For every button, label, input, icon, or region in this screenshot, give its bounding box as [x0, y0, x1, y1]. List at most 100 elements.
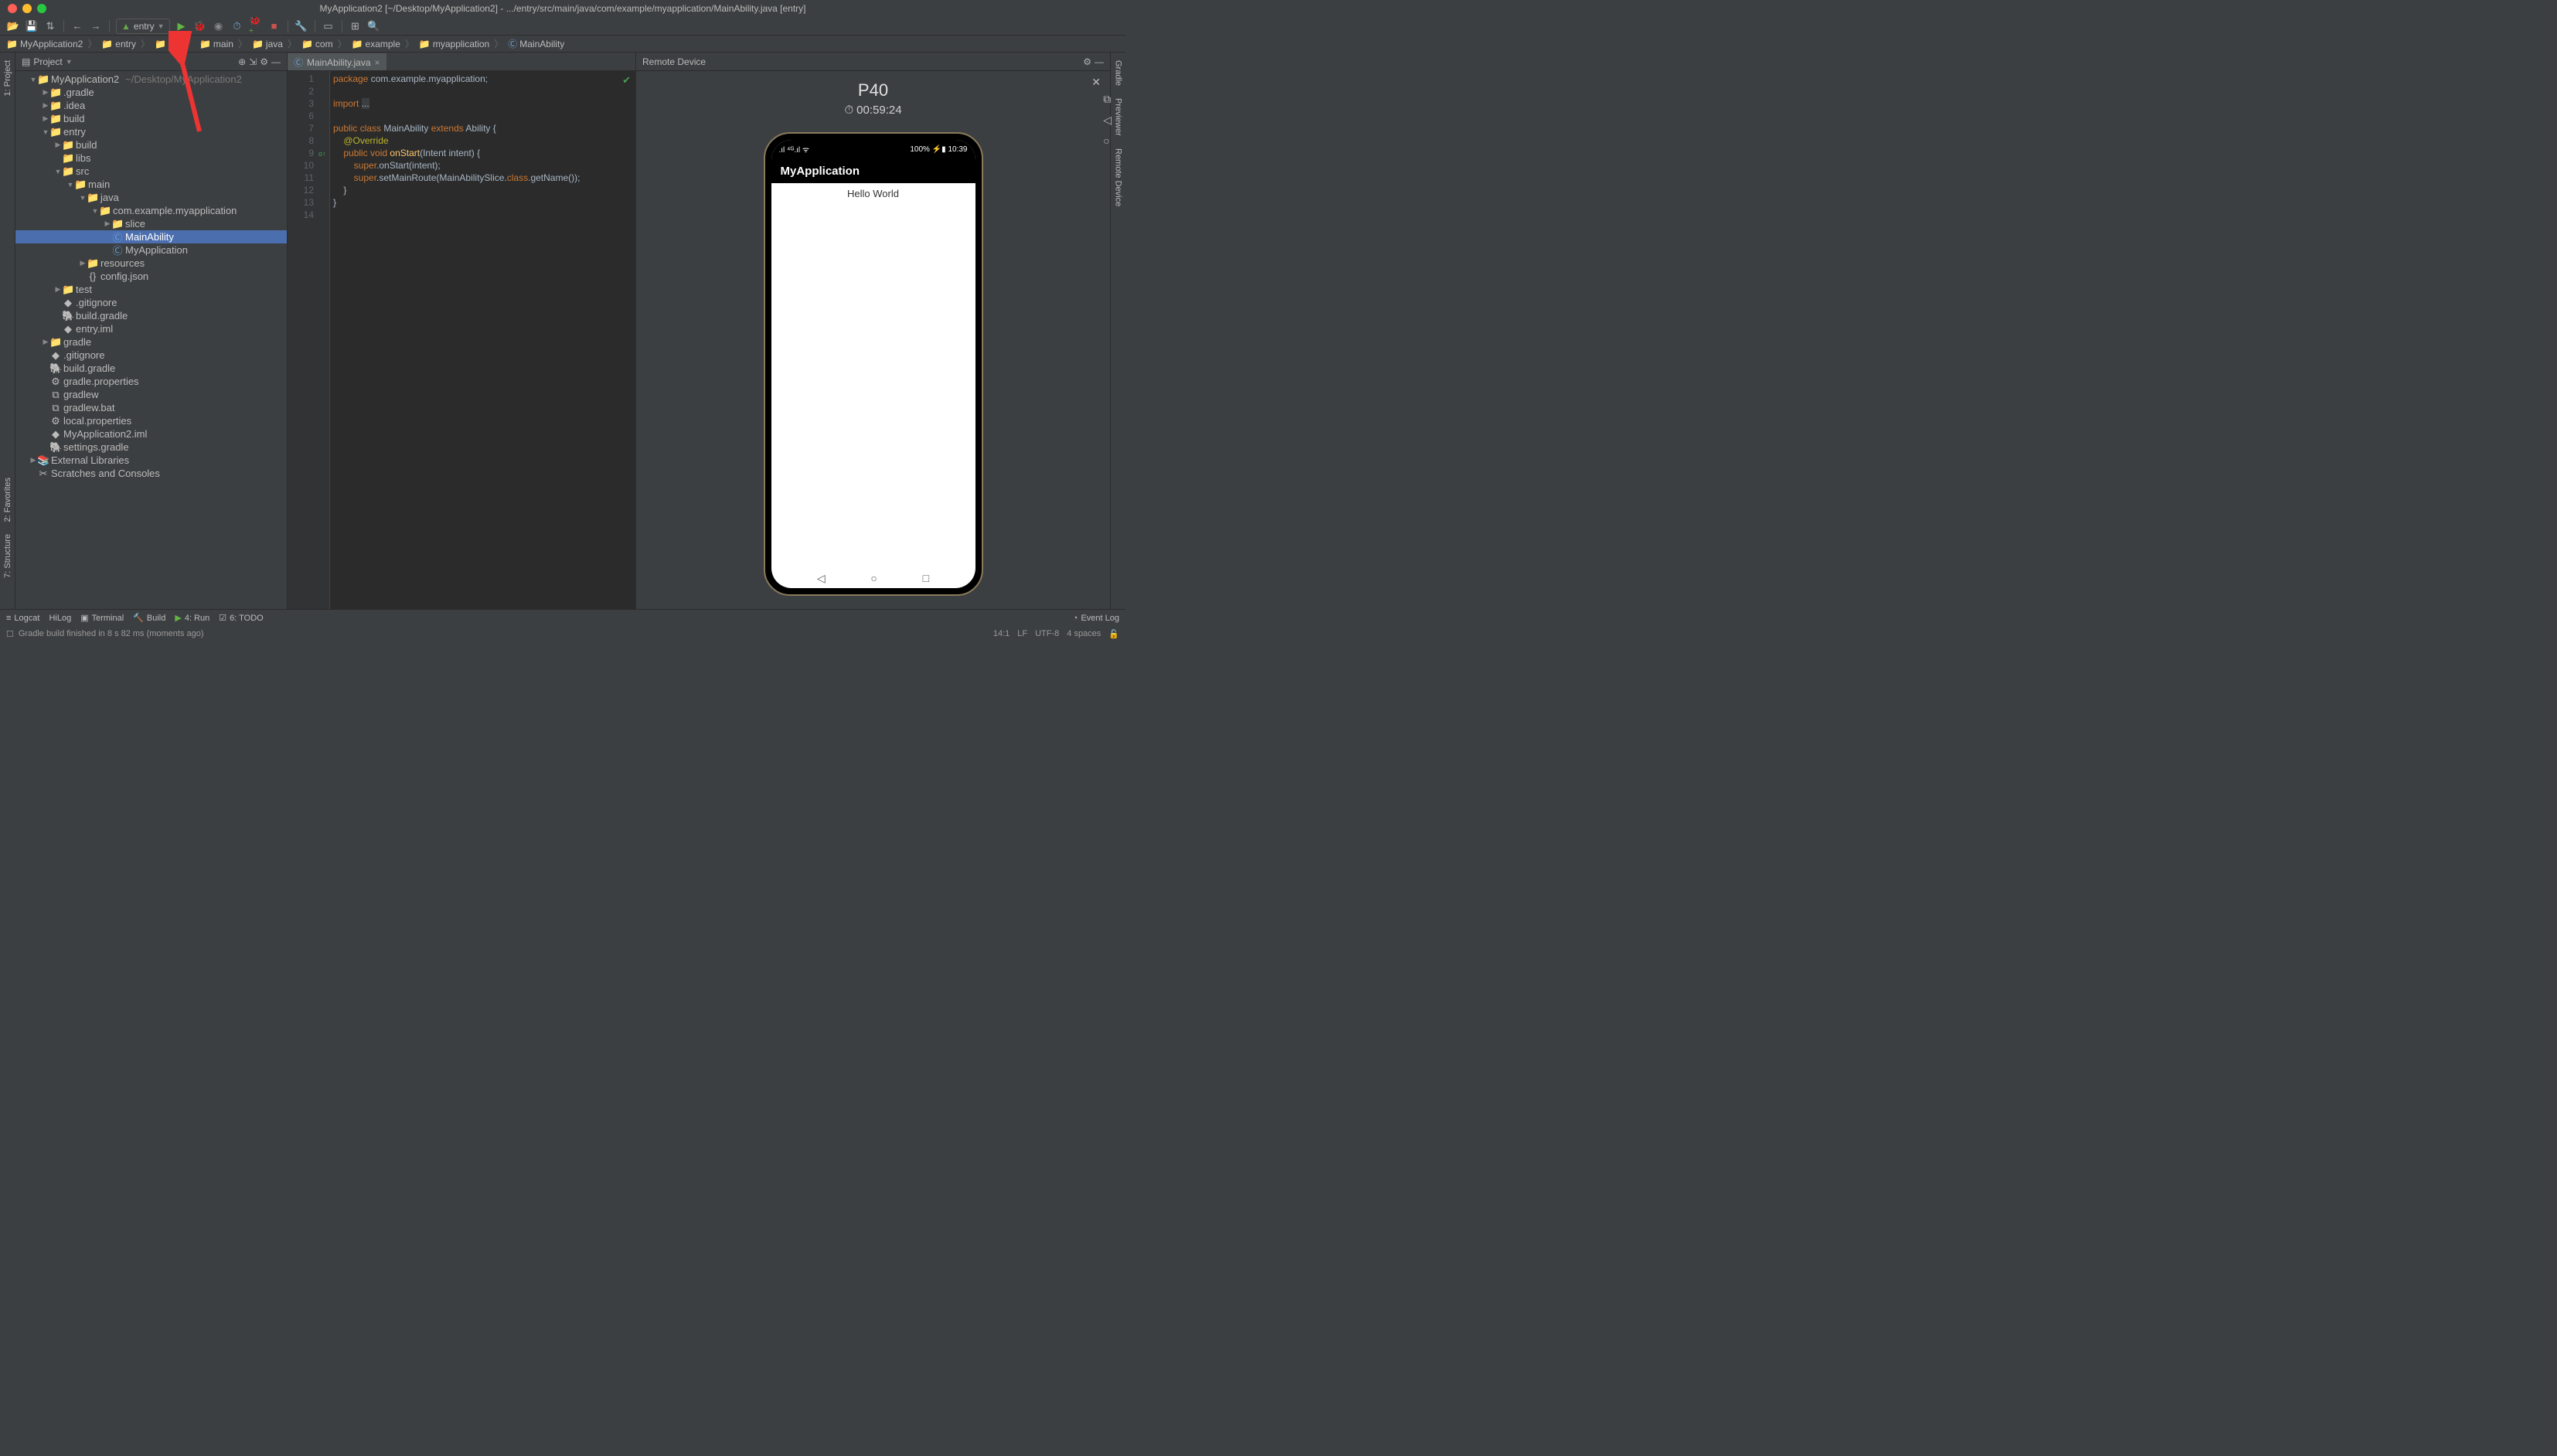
minimize-window-button[interactable]: [22, 4, 32, 13]
close-tab-icon[interactable]: ×: [375, 57, 380, 68]
tree-row[interactable]: {}config.json: [15, 270, 287, 283]
tree-row[interactable]: ◆MyApplication2.iml: [15, 427, 287, 441]
tree-row[interactable]: ▶📁.idea: [15, 99, 287, 112]
coverage-icon[interactable]: ◉: [212, 19, 226, 33]
forward-icon[interactable]: →: [89, 19, 103, 33]
breadcrumb-item[interactable]: 📁example: [352, 39, 400, 49]
tree-row[interactable]: ▶📁build: [15, 112, 287, 125]
build-icon[interactable]: 🔧: [295, 19, 308, 33]
caret-position[interactable]: 14:1: [993, 629, 1010, 639]
breadcrumb-item[interactable]: 📁entry: [101, 39, 136, 49]
gutter-tab-structure[interactable]: 7: Structure: [2, 529, 14, 583]
tree-row[interactable]: ✂Scratches and Consoles: [15, 467, 287, 480]
tree-row[interactable]: ▶📁.gradle: [15, 86, 287, 99]
bottom-tab-eventlog[interactable]: ◔ Event Log: [1073, 614, 1119, 623]
maximize-window-button[interactable]: [37, 4, 46, 13]
sync-icon[interactable]: ⇅: [43, 19, 57, 33]
nav-back-icon[interactable]: ◁: [817, 572, 826, 585]
tree-row[interactable]: ⧉gradlew.bat: [15, 401, 287, 414]
screenshot-icon[interactable]: ⧉: [1103, 93, 1112, 106]
code-content[interactable]: package com.example.myapplication; impor…: [330, 71, 635, 609]
record-icon[interactable]: ○: [1103, 134, 1112, 147]
run-configuration-selector[interactable]: ▲ entry ▼: [116, 19, 170, 34]
gutter-tab-project[interactable]: 1: Project: [2, 56, 14, 100]
tree-row[interactable]: ▶📁build: [15, 138, 287, 151]
project-view-selector[interactable]: ▤ Project ▼: [22, 56, 73, 67]
back-icon[interactable]: ←: [70, 19, 84, 33]
back-gesture-icon[interactable]: ◁: [1103, 114, 1112, 127]
close-device-icon[interactable]: ✕: [1091, 76, 1101, 89]
bottom-tab-run[interactable]: ▶ 4: Run: [175, 613, 209, 623]
tree-row[interactable]: 🐘build.gradle: [15, 362, 287, 375]
locate-icon[interactable]: ⊕: [238, 56, 246, 67]
profile-icon[interactable]: ⏱: [230, 19, 244, 33]
minimize-panel-icon[interactable]: —: [1095, 56, 1104, 67]
open-icon[interactable]: 📂: [6, 19, 20, 33]
tree-row[interactable]: ◆.gitignore: [15, 349, 287, 362]
tree-row[interactable]: ⒸMainAbility: [15, 230, 287, 243]
sdk-icon[interactable]: ⊞: [349, 19, 363, 33]
tree-row[interactable]: ▶📚External Libraries: [15, 454, 287, 467]
gutter-tab-remote-device[interactable]: Remote Device: [1112, 144, 1125, 211]
gear-icon[interactable]: ⚙: [1083, 56, 1091, 67]
nav-recent-icon[interactable]: □: [923, 572, 929, 584]
gutter-tab-favorites[interactable]: 2: Favorites: [2, 473, 14, 526]
phone-screen[interactable]: .ıl ⁴ᴳ.ıl ᯤ 100% ⚡▮ 10:39 MyApplication …: [771, 140, 975, 588]
breadcrumb-item[interactable]: ⒸMainAbility: [508, 37, 564, 50]
gutter-tab-gradle[interactable]: Gradle: [1112, 56, 1125, 90]
bottom-tab-terminal[interactable]: ▣ Terminal: [80, 613, 124, 623]
expand-icon[interactable]: ⇲: [249, 56, 257, 67]
tree-row[interactable]: ⚙local.properties: [15, 414, 287, 427]
remote-device-panel: Remote Device ⚙ — ✕ ⧉ ◁ ○ P40 ⏱ 00:59:24: [635, 53, 1110, 609]
stop-icon[interactable]: ■: [267, 19, 281, 33]
tree-row[interactable]: 📁libs: [15, 151, 287, 165]
bottom-tab-build[interactable]: 🔨 Build: [133, 613, 165, 623]
editor-tab[interactable]: Ⓒ MainAbility.java ×: [288, 53, 386, 70]
breadcrumb-item[interactable]: 📁main: [199, 39, 233, 49]
search-icon[interactable]: 🔍: [367, 19, 381, 33]
debug-icon[interactable]: 🐞: [193, 19, 207, 33]
tree-row[interactable]: 🐘settings.gradle: [15, 441, 287, 454]
tree-row[interactable]: 🐘build.gradle: [15, 309, 287, 322]
breadcrumb-item[interactable]: 📁src: [155, 39, 181, 49]
tree-row[interactable]: ▶📁resources: [15, 257, 287, 270]
tree-row[interactable]: ▼📁entry: [15, 125, 287, 138]
tree-row[interactable]: ▶📁slice: [15, 217, 287, 230]
lock-icon[interactable]: 🔓: [1108, 629, 1119, 639]
encoding[interactable]: UTF-8: [1035, 629, 1059, 639]
tree-row[interactable]: ▼📁java: [15, 191, 287, 204]
tree-row[interactable]: ▼📁MyApplication2~/Desktop/MyApplication2: [15, 73, 287, 86]
minimize-panel-icon[interactable]: —: [271, 56, 281, 67]
tree-row[interactable]: ▶📁gradle: [15, 335, 287, 349]
breadcrumb-item[interactable]: 📁MyApplication2: [6, 39, 83, 49]
attach-debug-icon[interactable]: 🐞⁺: [249, 19, 263, 33]
run-icon[interactable]: ▶: [175, 19, 189, 33]
tree-row[interactable]: ▼📁src: [15, 165, 287, 178]
code-editor[interactable]: 12367891011121314 o↑ package com.example…: [288, 71, 635, 609]
nav-home-icon[interactable]: ○: [870, 572, 877, 584]
tree-row[interactable]: ⒸMyApplication: [15, 243, 287, 257]
breadcrumb-item[interactable]: 📁com: [301, 39, 333, 49]
close-window-button[interactable]: [8, 4, 17, 13]
tree-row[interactable]: ⧉gradlew: [15, 388, 287, 401]
bottom-tab-logcat[interactable]: ≡ Logcat: [6, 614, 39, 623]
remote-panel-header: Remote Device ⚙ —: [636, 53, 1110, 71]
phone-nav-bar: ◁ ○ □: [771, 568, 975, 588]
project-tree[interactable]: ▼📁MyApplication2~/Desktop/MyApplication2…: [15, 71, 287, 609]
bottom-tab-todo[interactable]: ☑ 6: TODO: [219, 613, 263, 623]
tree-row[interactable]: ▼📁main: [15, 178, 287, 191]
tree-row[interactable]: ◆entry.iml: [15, 322, 287, 335]
indent[interactable]: 4 spaces: [1067, 629, 1101, 639]
bottom-tab-hilog[interactable]: HiLog: [49, 614, 71, 623]
tree-row[interactable]: ▼📁com.example.myapplication: [15, 204, 287, 217]
line-sep[interactable]: LF: [1017, 629, 1027, 639]
avd-icon[interactable]: ▭: [322, 19, 335, 33]
tree-row[interactable]: ▶📁test: [15, 283, 287, 296]
gutter-tab-previewer[interactable]: Previewer: [1112, 94, 1125, 141]
tree-row[interactable]: ◆.gitignore: [15, 296, 287, 309]
breadcrumb-item[interactable]: 📁myapplication: [419, 39, 489, 49]
settings-icon[interactable]: ⚙: [260, 56, 268, 67]
tree-row[interactable]: ⚙gradle.properties: [15, 375, 287, 388]
breadcrumb-item[interactable]: 📁java: [252, 39, 283, 49]
save-icon[interactable]: 💾: [25, 19, 39, 33]
